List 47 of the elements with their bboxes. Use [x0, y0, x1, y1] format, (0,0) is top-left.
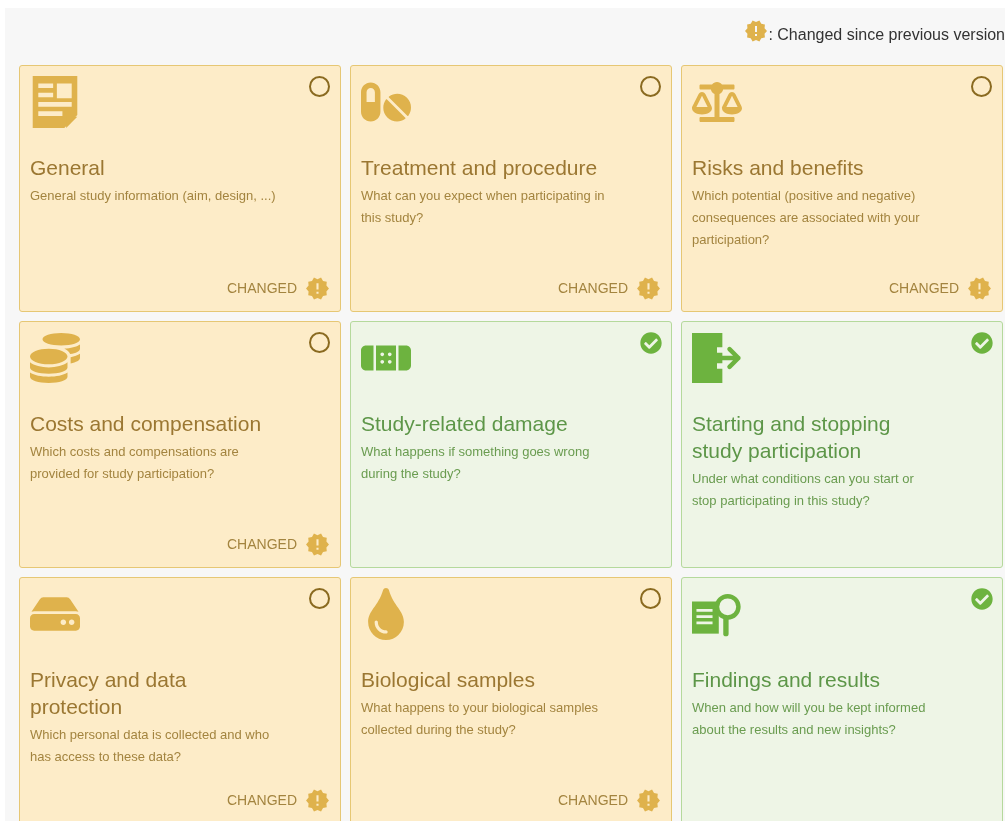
card-description: Under what conditions can you start or stop participating in this study? — [692, 470, 915, 510]
card-title: Starting and stopping study participation — [692, 411, 892, 464]
changed-label: CHANGED — [558, 791, 628, 810]
card-title: Treatment and procedure — [361, 155, 599, 181]
topic-card[interactable]: Risks and benefits Which potential (positive and negative) consequences are associated with your participation? CHANGED — [681, 65, 1003, 312]
changed-label: CHANGED — [227, 535, 297, 554]
alert-badge-icon — [636, 276, 661, 301]
topic-card[interactable]: Privacy and data protection Which personal data is collected and who has access to these data? CHANGED — [19, 577, 341, 821]
alert-badge-icon — [967, 276, 992, 301]
topic-card[interactable]: Biological samples What happens to your biological samples collected during the study? CHANGED — [350, 577, 672, 821]
card-description: What can you expect when participating in this study? — [361, 187, 606, 227]
topic-card[interactable]: Treatment and procedure What can you expect when participating in this study? CHANGED — [350, 65, 672, 312]
card-title: Privacy and data protection — [30, 667, 188, 720]
topic-card[interactable]: Costs and compensation Which costs and compensations are provided for study participation? CHANGED — [19, 321, 341, 568]
topic-card[interactable]: Study-related damage What happens if something goes wrong during the study? — [350, 321, 672, 568]
card-description: When and how will you be kept informed about the results and new insights? — [692, 699, 927, 739]
check-icon — [640, 332, 662, 354]
exit-icon — [692, 332, 742, 384]
card-title: Biological samples — [361, 667, 536, 693]
card-title: General — [30, 155, 106, 181]
topic-card[interactable]: Starting and stopping study participation Under what conditions can you start or stop participating in this study? — [681, 321, 1003, 568]
check-icon — [971, 332, 993, 354]
document-icon — [30, 76, 80, 128]
card-title: Costs and compensation — [30, 411, 263, 437]
alert-badge-icon — [305, 532, 330, 557]
changed-label: CHANGED — [227, 279, 297, 298]
alert-badge-icon — [636, 788, 661, 813]
card-description: What happens to your biological samples collected during the study? — [361, 699, 600, 739]
card-description: Which potential (positive and negative) consequences are associated with your participation? — [692, 187, 921, 249]
check-icon — [971, 588, 993, 610]
alert-badge-icon — [744, 18, 769, 43]
card-description: Which costs and compensations are provided for study participation? — [30, 443, 240, 483]
card-description: Which personal data is collected and who has access to these data? — [30, 726, 271, 766]
alert-badge-icon — [305, 276, 330, 301]
changed-label: CHANGED — [227, 791, 297, 810]
card-title: Study-related damage — [361, 411, 569, 437]
topic-card[interactable]: Findings and results When and how will you be kept informed about the results and new insights? — [681, 577, 1003, 821]
card-description: General study information (aim, design, ...) — [30, 187, 277, 205]
alert-badge-icon — [305, 788, 330, 813]
card-description: What happens if something goes wrong during the study? — [361, 443, 591, 483]
changed-label: CHANGED — [558, 279, 628, 298]
changed-label: CHANGED — [889, 279, 959, 298]
card-title: Risks and benefits — [692, 155, 865, 181]
topic-card[interactable]: General General study information (aim, design, ...) CHANGED — [19, 65, 341, 312]
legend-text: : Changed since previous version — [768, 24, 1005, 45]
card-title: Findings and results — [692, 667, 881, 693]
coins-icon — [30, 332, 80, 384]
